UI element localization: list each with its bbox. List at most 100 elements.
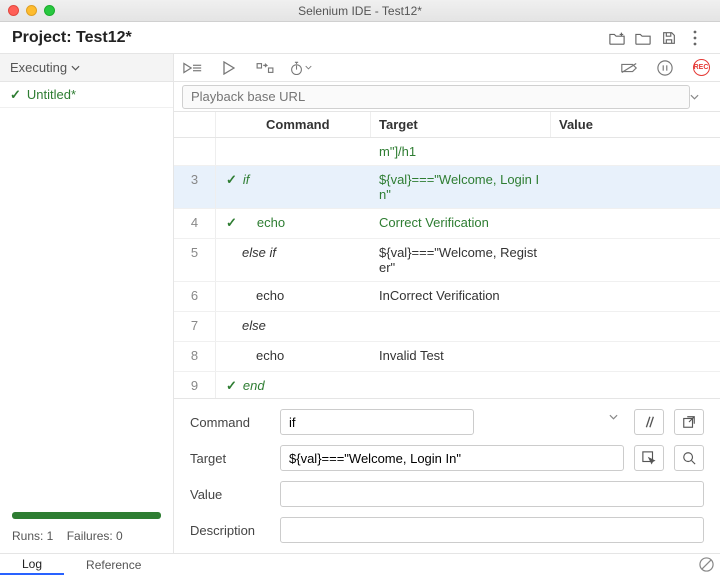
record-icon: REC: [693, 59, 710, 76]
step-row[interactable]: 9✓end: [174, 372, 720, 398]
steps-grid: m"]/h13✓if${val}==="Welcome, Login In"4✓…: [174, 138, 720, 398]
record-button[interactable]: REC: [690, 57, 712, 79]
step-target: ${val}==="Welcome, Login In": [371, 166, 551, 208]
pause-on-exception-button[interactable]: [654, 57, 676, 79]
clear-log-button[interactable]: [692, 554, 720, 575]
step-command: echo: [243, 215, 285, 230]
more-menu-button[interactable]: [682, 26, 708, 50]
header-target: Target: [371, 112, 551, 137]
toggle-command-button[interactable]: [634, 409, 664, 435]
step-number: 4: [174, 209, 216, 238]
step-command: echo: [242, 348, 284, 363]
tests-dropdown[interactable]: Executing: [0, 54, 173, 82]
test-name: Untitled*: [27, 87, 76, 102]
step-value: [551, 239, 720, 251]
url-row: [174, 82, 720, 112]
folder-open-icon: [634, 30, 652, 46]
step-value: [551, 312, 720, 324]
step-value: [551, 166, 720, 178]
step-target: ${val}==="Welcome, Register": [371, 239, 551, 281]
play-icon: [223, 61, 235, 75]
form-value-input[interactable]: [280, 481, 704, 507]
form-target-input[interactable]: [280, 445, 624, 471]
pause-circle-icon: [657, 60, 673, 76]
progress-bar-wrap: [0, 502, 173, 529]
check-icon: ✓: [226, 215, 237, 231]
form-command-label: Command: [190, 415, 270, 430]
form-description-input[interactable]: [280, 517, 704, 543]
step-row[interactable]: 8echoInvalid Test: [174, 342, 720, 372]
test-item[interactable]: ✓ Untitled*: [0, 82, 173, 108]
run-stats: Runs: 1 Failures: 0: [0, 529, 173, 553]
step-command-cell: else if: [216, 239, 371, 266]
window-title: Selenium IDE - Test12*: [0, 4, 720, 18]
check-icon: ✓: [10, 87, 21, 103]
select-target-button[interactable]: [634, 445, 664, 471]
run-all-button[interactable]: [182, 57, 204, 79]
step-command: else: [242, 318, 266, 333]
step-command-cell: ✓end: [216, 372, 371, 398]
step-command: end: [243, 378, 265, 393]
step-row[interactable]: 7else: [174, 312, 720, 342]
step-command: if: [243, 172, 250, 187]
save-project-button[interactable]: [656, 26, 682, 50]
step-row[interactable]: 3 ✓ if ${val}==="Welcome, Login In": [174, 166, 720, 209]
new-project-button[interactable]: [604, 26, 630, 50]
command-form: Command Target: [174, 398, 720, 553]
url-dropdown-toggle[interactable]: [690, 94, 712, 100]
tab-reference[interactable]: Reference: [64, 554, 163, 575]
header-value: Value: [551, 112, 720, 137]
header-command: Command: [216, 112, 371, 137]
clear-icon: [699, 557, 714, 572]
step-number: 8: [174, 342, 216, 371]
step-command-cell: ✓ if: [216, 166, 371, 194]
step-command: else if: [242, 245, 276, 260]
find-target-button[interactable]: [674, 445, 704, 471]
step-row[interactable]: 4✓echoCorrect Verification: [174, 209, 720, 239]
step-command: echo: [242, 288, 284, 303]
step-target: [371, 312, 551, 324]
step-value: [551, 209, 720, 221]
failures-count: Failures: 0: [67, 529, 123, 543]
check-icon: ✓: [226, 172, 237, 188]
save-icon: [661, 30, 677, 46]
step-value: [551, 138, 720, 150]
chevron-down-icon: [609, 414, 618, 420]
project-title: Project: Test12*: [12, 29, 132, 47]
chevron-down-icon: [305, 65, 312, 70]
main-panel: REC Command Target Value m"]/h13 ✓ if ${val…: [174, 54, 720, 553]
open-project-button[interactable]: [630, 26, 656, 50]
step-row[interactable]: 5 else if ${val}==="Welcome, Register": [174, 239, 720, 282]
step-button[interactable]: [254, 57, 276, 79]
step-target: InCorrect Verification: [371, 282, 551, 309]
tests-mode-label: Executing: [10, 60, 67, 75]
step-command-cell: else: [216, 312, 371, 339]
form-value-label: Value: [190, 487, 270, 502]
sidebar: Executing ✓ Untitled* Runs: 1 Failures: …: [0, 54, 174, 553]
step-command-cell: echo: [216, 282, 371, 309]
stopwatch-icon: [290, 60, 303, 76]
step-value: [551, 342, 720, 354]
run-button[interactable]: [218, 57, 240, 79]
step-row[interactable]: m"]/h1: [174, 138, 720, 166]
form-command-input[interactable]: [280, 409, 474, 435]
external-window-icon: [682, 415, 696, 429]
tab-log[interactable]: Log: [0, 554, 64, 575]
form-description-label: Description: [190, 523, 270, 538]
new-window-button[interactable]: [674, 409, 704, 435]
step-value: [551, 282, 720, 294]
chevron-down-icon: [71, 65, 80, 71]
search-icon: [682, 451, 696, 465]
project-header: Project: Test12*: [0, 22, 720, 54]
disable-breakpoints-button[interactable]: [618, 57, 640, 79]
step-value: [551, 372, 720, 384]
step-number: 5: [174, 239, 216, 281]
chevron-down-icon: [690, 94, 699, 100]
playback-url-input[interactable]: [182, 85, 690, 109]
step-number: 6: [174, 282, 216, 311]
step-row[interactable]: 6 echo InCorrect Verification: [174, 282, 720, 312]
speed-button[interactable]: [290, 57, 312, 79]
comment-slashes-icon: [642, 415, 656, 429]
step-number: 3: [174, 166, 216, 208]
step-command-cell: ✓ echo: [216, 209, 371, 237]
